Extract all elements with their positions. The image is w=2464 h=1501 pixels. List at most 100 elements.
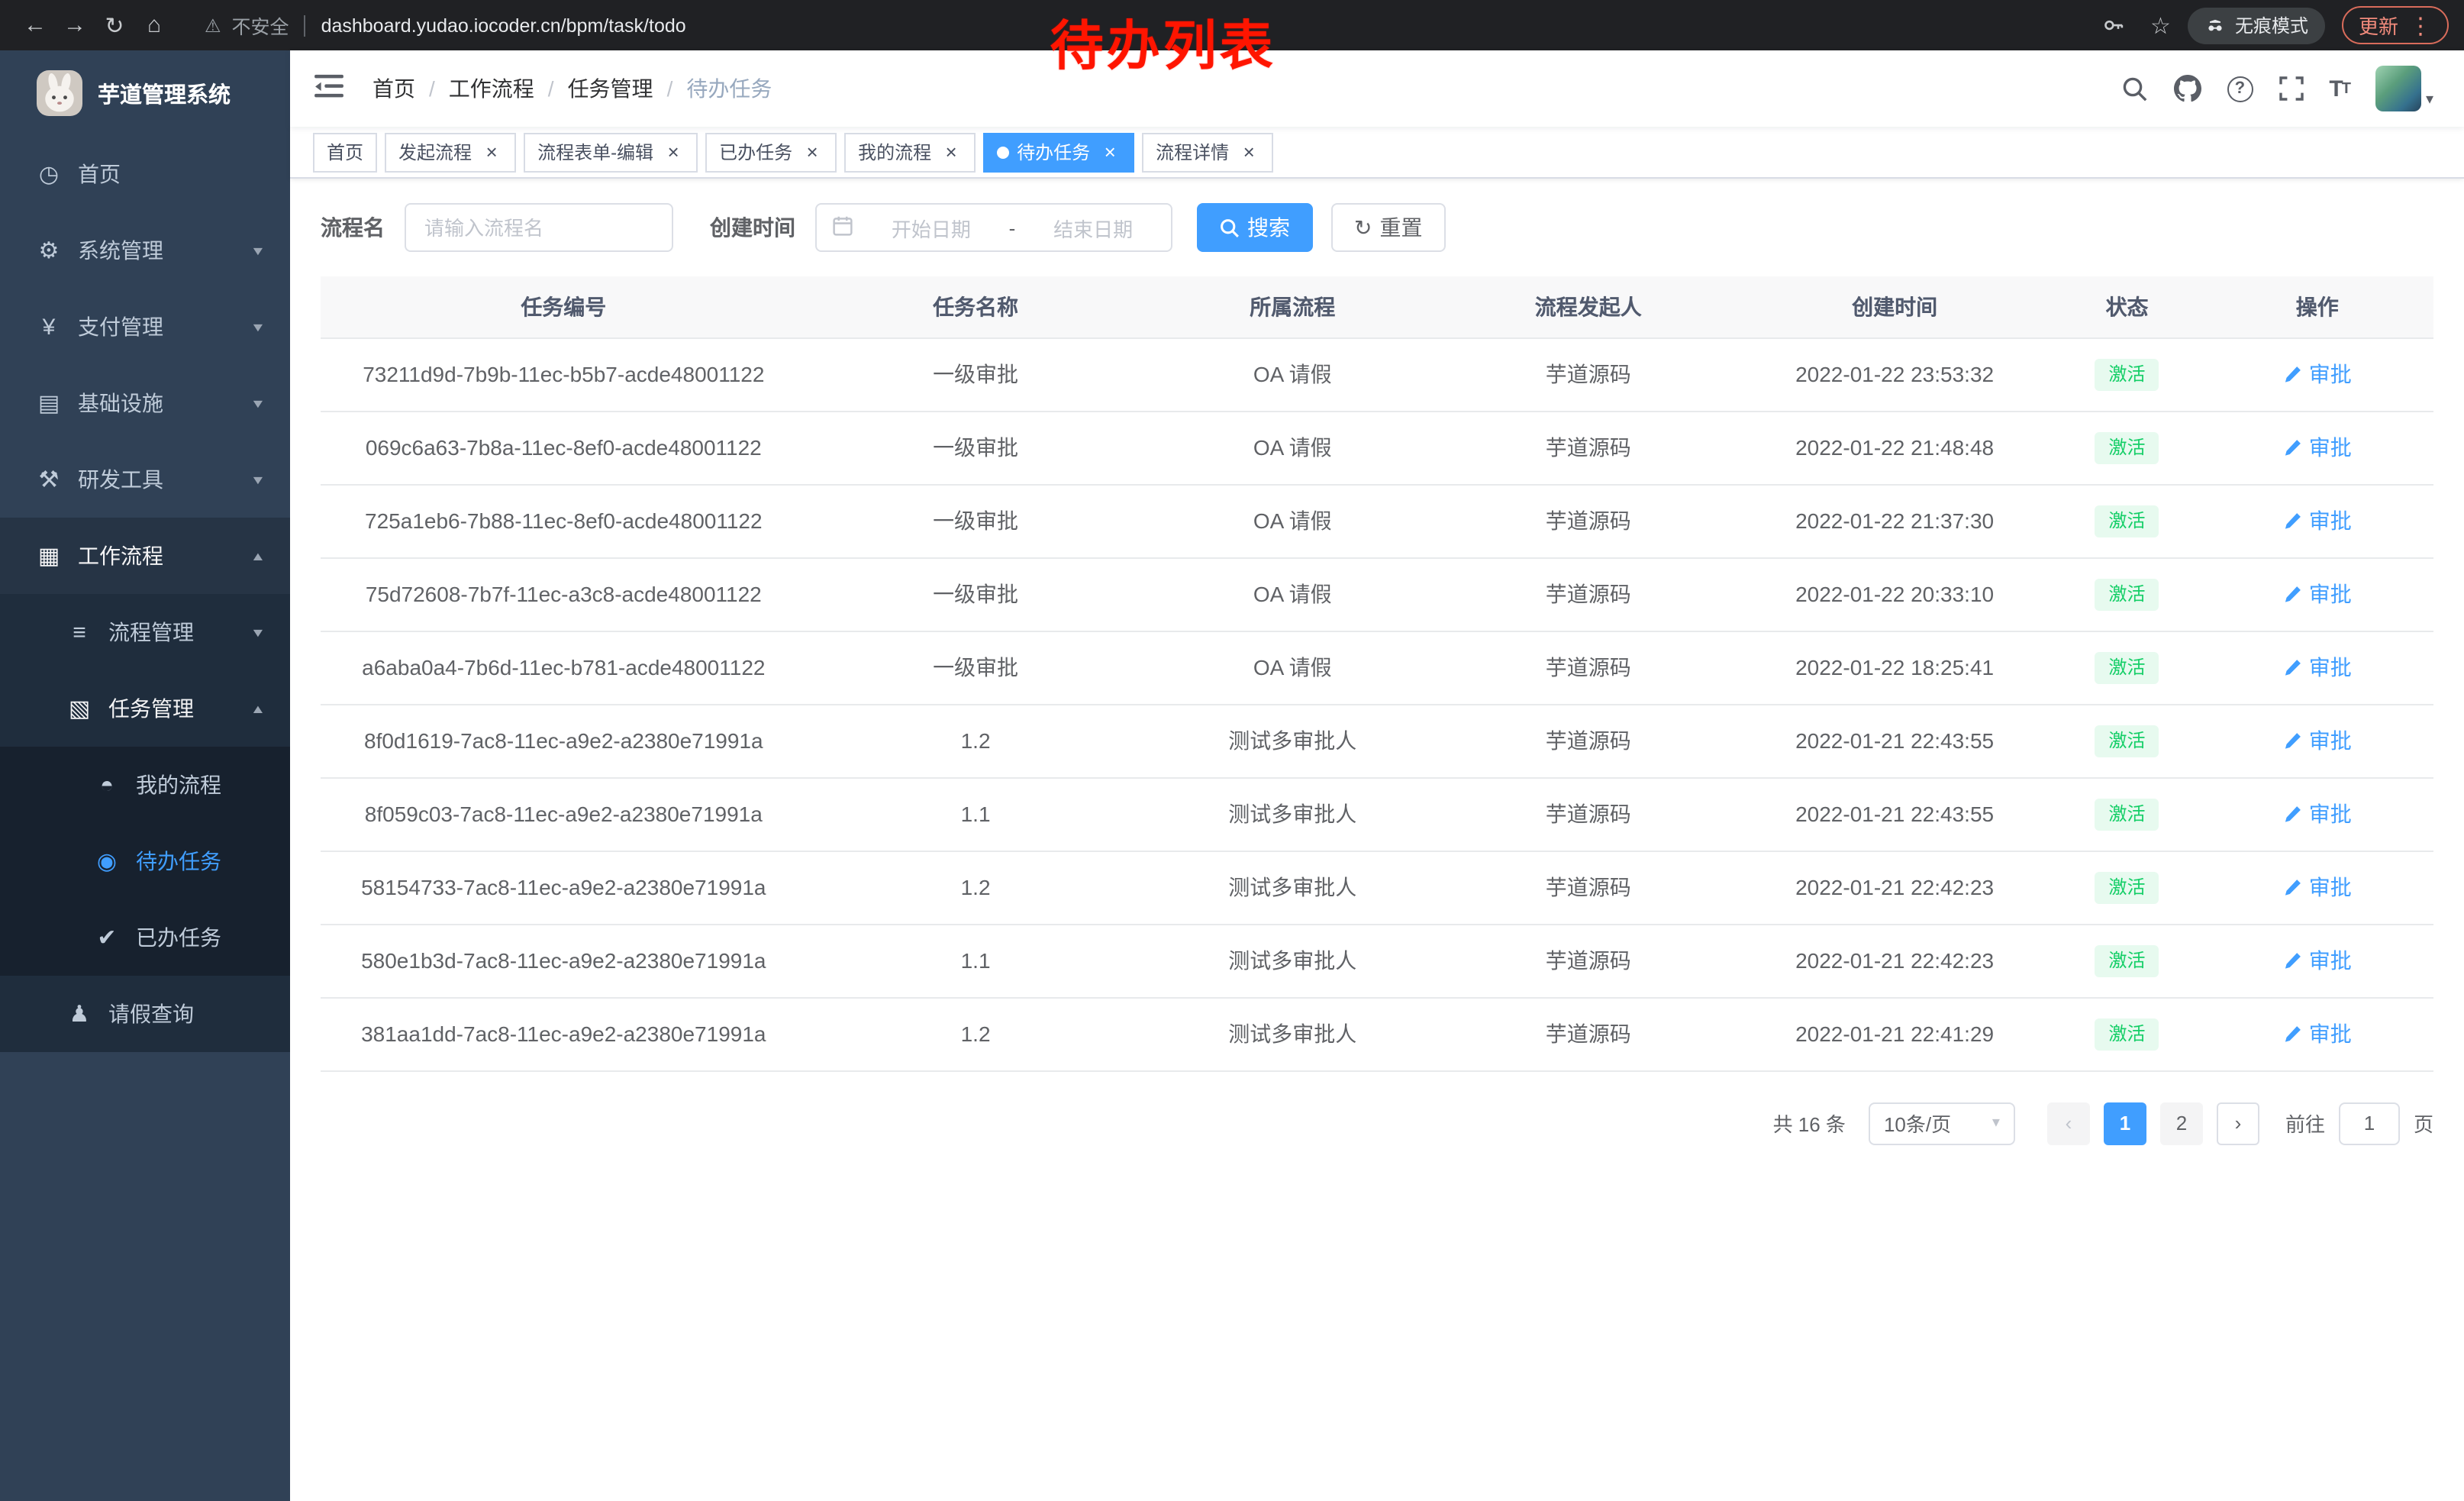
table-row: 75d72608-7b7f-11ec-a3c8-acde48001122一级审批… <box>321 557 2433 631</box>
close-icon[interactable]: × <box>481 141 502 163</box>
tab-label: 首页 <box>327 139 363 165</box>
sidebar-item-leave-query[interactable]: ♟请假查询 <box>0 976 290 1052</box>
home-icon[interactable]: ⌂ <box>134 5 174 45</box>
next-page-button[interactable]: › <box>2217 1102 2259 1144</box>
font-size-icon[interactable]: TT <box>2329 76 2350 102</box>
approve-button[interactable]: 审批 <box>2283 359 2352 389</box>
tab-form-edit[interactable]: 流程表单-编辑× <box>524 132 698 172</box>
sidebar-item-system[interactable]: ⚙系统管理▼ <box>0 212 290 289</box>
cell-process: OA 请假 <box>1145 631 1441 704</box>
filter-bar: 流程名 创建时间 开始日期 - 结束日期 搜索 <box>321 203 2433 252</box>
back-icon[interactable]: ← <box>15 5 55 45</box>
incognito-label: 无痕模式 <box>2235 12 2308 38</box>
sidebar-item-label: 待办任务 <box>136 846 221 876</box>
cell-task-id: 725a1eb6-7b88-11ec-8ef0-acde48001122 <box>321 484 807 557</box>
process-name-input[interactable] <box>405 203 673 252</box>
prev-page-button[interactable]: ‹ <box>2047 1102 2090 1144</box>
approve-button[interactable]: 审批 <box>2283 1018 2352 1049</box>
approve-button[interactable]: 审批 <box>2283 505 2352 536</box>
page-button-1[interactable]: 1 <box>2104 1102 2146 1144</box>
cell-created: 2022-01-21 22:43:55 <box>1737 777 2053 851</box>
start-date-placeholder: 开始日期 <box>869 213 994 242</box>
tab-home[interactable]: 首页 <box>313 132 377 172</box>
search-button-label: 搜索 <box>1247 212 1290 243</box>
close-icon[interactable]: × <box>940 141 962 163</box>
sidebar-item-workflow[interactable]: ▦工作流程▲ <box>0 518 290 594</box>
column-header: 操作 <box>2201 276 2433 337</box>
forward-icon[interactable]: → <box>55 5 95 45</box>
tab-start-process[interactable]: 发起流程× <box>385 132 516 172</box>
key-icon[interactable] <box>2094 5 2133 45</box>
yen-icon: ¥ <box>31 314 67 340</box>
chevron-down-icon: ▼ <box>250 396 266 410</box>
sidebar-item-infra[interactable]: ▤基础设施▼ <box>0 365 290 441</box>
table-header-row: 任务编号任务名称所属流程流程发起人创建时间状态操作 <box>321 276 2433 337</box>
page-button-2[interactable]: 2 <box>2160 1102 2203 1144</box>
tab-my-process[interactable]: 我的流程× <box>844 132 976 172</box>
breadcrumb-item[interactable]: 首页 <box>373 73 415 104</box>
sidebar-item-devtools[interactable]: ⚒研发工具▼ <box>0 441 290 518</box>
sidebar-item-label: 我的流程 <box>136 770 221 800</box>
approve-button[interactable]: 审批 <box>2283 579 2352 609</box>
date-range-picker[interactable]: 开始日期 - 结束日期 <box>815 203 1172 252</box>
cell-action: 审批 <box>2201 777 2433 851</box>
page-size-select[interactable]: 10条/页 ▾ <box>1869 1102 2015 1144</box>
tab-done-tasks[interactable]: 已办任务× <box>705 132 837 172</box>
cell-process: OA 请假 <box>1145 411 1441 484</box>
sidebar-item-todo-tasks[interactable]: ◉待办任务 <box>0 823 290 899</box>
cell-action: 审批 <box>2201 337 2433 411</box>
fullscreen-icon[interactable] <box>2279 76 2303 101</box>
sidebar-item-done-tasks[interactable]: ✔已办任务 <box>0 899 290 976</box>
approve-button[interactable]: 审批 <box>2283 945 2352 976</box>
sidebar-item-home[interactable]: ◷首页 <box>0 136 290 212</box>
status-badge: 激活 <box>2095 651 2159 683</box>
user-menu[interactable]: ▾ <box>2375 66 2433 111</box>
browser-menu-icon[interactable]: ⋮ <box>2409 11 2432 39</box>
sidebar-item-process-mgmt[interactable]: ≡流程管理▼ <box>0 594 290 670</box>
approve-button[interactable]: 审批 <box>2283 725 2352 756</box>
chevron-down-icon: ▾ <box>2426 92 2433 111</box>
refresh-icon: ↻ <box>1354 215 1372 240</box>
cell-task-name: 一级审批 <box>807 631 1145 704</box>
breadcrumb-item[interactable]: 任务管理 <box>568 73 653 104</box>
address-bar[interactable]: ⚠ 不安全 dashboard.yudao.iocoder.cn/bpm/tas… <box>186 5 2075 45</box>
search-icon[interactable] <box>2121 76 2147 102</box>
cell-task-name: 1.2 <box>807 704 1145 777</box>
update-button[interactable]: 更新 ⋮ <box>2342 6 2449 44</box>
sidebar-collapse-icon[interactable] <box>314 73 345 104</box>
goto-page-input[interactable] <box>2339 1102 2400 1144</box>
tab-todo-tasks[interactable]: 待办任务× <box>983 132 1134 172</box>
close-icon[interactable]: × <box>663 141 684 163</box>
person-icon: ♟ <box>61 1000 98 1028</box>
close-icon[interactable]: × <box>1238 141 1259 163</box>
cell-initiator: 芋道源码 <box>1440 924 1737 997</box>
help-icon[interactable]: ? <box>2227 76 2253 102</box>
edit-icon <box>2283 731 2303 750</box>
approve-button[interactable]: 审批 <box>2283 432 2352 463</box>
search-button[interactable]: 搜索 <box>1197 203 1313 252</box>
table-row: a6aba0a4-7b6d-11ec-b781-acde48001122一级审批… <box>321 631 2433 704</box>
sidebar-item-my-process[interactable]: ◓我的流程 <box>0 747 290 823</box>
sidebar-item-task-mgmt[interactable]: ▧任务管理▲ <box>0 670 290 747</box>
breadcrumb: 首页/工作流程/任务管理/待办任务 <box>373 73 772 104</box>
bookmark-star-icon[interactable]: ☆ <box>2150 11 2171 39</box>
breadcrumb-item[interactable]: 工作流程 <box>449 73 534 104</box>
app-logo[interactable]: 芋道管理系统 <box>0 50 290 136</box>
close-icon[interactable]: × <box>801 141 823 163</box>
status-badge: 激活 <box>2095 578 2159 610</box>
sidebar-item-payment[interactable]: ¥支付管理▼ <box>0 289 290 365</box>
close-icon[interactable]: × <box>1099 141 1121 163</box>
cell-process: 测试多审批人 <box>1145 704 1441 777</box>
reload-icon[interactable]: ↻ <box>95 5 134 45</box>
approve-button[interactable]: 审批 <box>2283 799 2352 829</box>
cell-task-id: a6aba0a4-7b6d-11ec-b781-acde48001122 <box>321 631 807 704</box>
avatar[interactable] <box>2375 66 2421 111</box>
reset-button[interactable]: ↻ 重置 <box>1331 203 1445 252</box>
cell-status: 激活 <box>2053 631 2201 704</box>
approve-button[interactable]: 审批 <box>2283 872 2352 902</box>
table-row: 069c6a63-7b8a-11ec-8ef0-acde48001122一级审批… <box>321 411 2433 484</box>
tab-process-detail[interactable]: 流程详情× <box>1142 132 1273 172</box>
approve-button[interactable]: 审批 <box>2283 652 2352 683</box>
cell-process: 测试多审批人 <box>1145 924 1441 997</box>
github-icon[interactable] <box>2173 75 2201 102</box>
